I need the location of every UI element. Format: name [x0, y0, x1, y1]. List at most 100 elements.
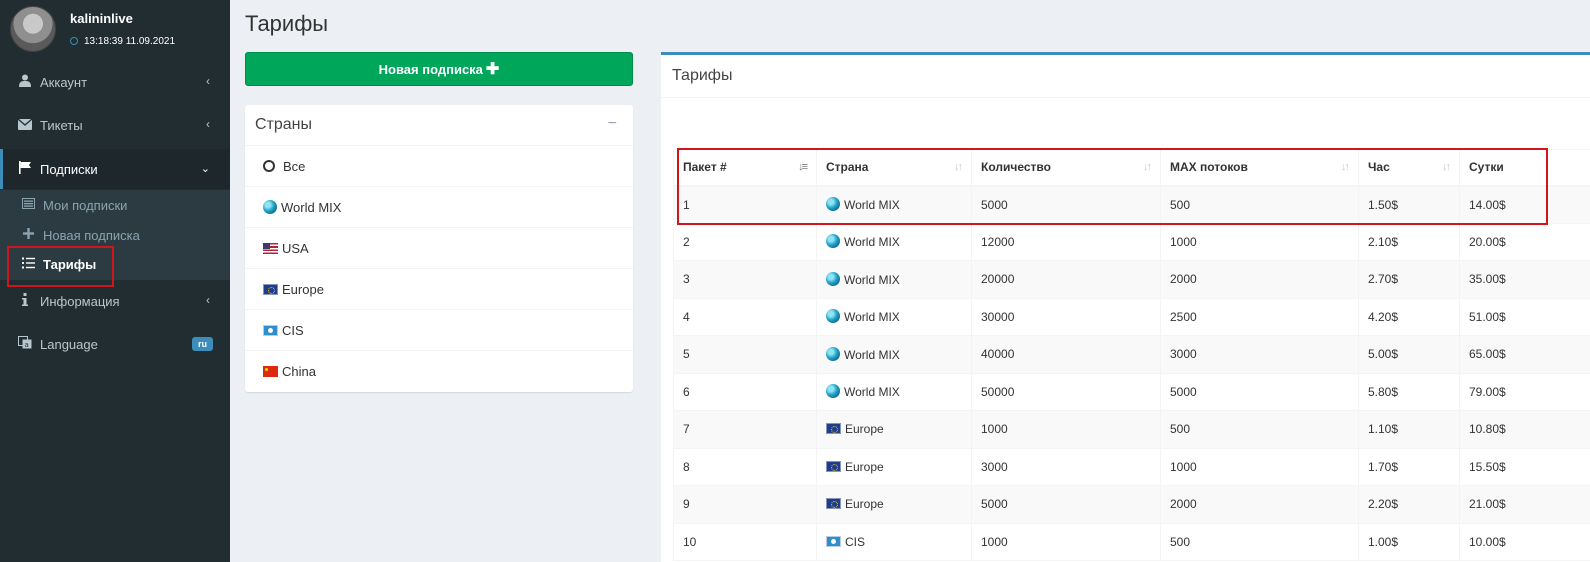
collapse-icon[interactable]: −	[608, 115, 617, 133]
table-cell: 5.80$	[1358, 372, 1460, 411]
table-cell: 2000	[1160, 260, 1359, 299]
menu-item-subscriptions[interactable]: Подписки ⌄	[0, 149, 230, 189]
country-label: Europe	[282, 281, 324, 297]
table-row[interactable]: 8 Europe 3000 1000 1.70$ 15.50$	[673, 447, 1590, 486]
menu-item-tickets[interactable]: Тикеты ‹	[0, 105, 230, 145]
table-cell-text: Europe	[845, 459, 884, 474]
table-cell-text: 65.00$	[1469, 347, 1506, 362]
table-cell-text: 40000	[981, 347, 1015, 362]
menu-label-info: Информация	[40, 293, 120, 309]
table-cell-text: Europe	[845, 422, 884, 437]
table-cell-text: 4	[683, 309, 690, 324]
table-row[interactable]: 2 World MIX 12000 1000 2.10$ 20.00$	[673, 222, 1590, 261]
table-cell-text: 5000	[981, 497, 1008, 512]
table-cell-text: World MIX	[844, 235, 900, 250]
table-cell-text: 3000	[981, 459, 1008, 474]
table-cell: Europe	[816, 485, 972, 524]
avatar[interactable]	[10, 6, 56, 52]
country-item-usa[interactable]: USA	[245, 228, 633, 269]
table-row[interactable]: 6 World MIX 50000 5000 5.80$ 79.00$	[673, 372, 1590, 411]
menu-label-tickets: Тикеты	[40, 117, 83, 133]
cis-flag-icon	[263, 324, 278, 336]
country-item-world-mix[interactable]: World MIX	[245, 187, 633, 228]
user-time: 13:18:39 11.09.2021	[70, 36, 175, 47]
menu-item-account[interactable]: Аккаунт ‹	[0, 62, 230, 102]
table-cell-text: 9	[683, 497, 690, 512]
table-cell: 2.20$	[1358, 485, 1460, 524]
table-cell-text: 2000	[1170, 497, 1197, 512]
list-alt-icon	[20, 198, 36, 212]
tariffs-box: Тарифы Пакет # ↓≡ Страна ↓↑ Количество ↓↑ M…	[661, 52, 1590, 562]
table-cell: 3000	[1160, 335, 1359, 374]
table-row[interactable]: 4 World MIX 30000 2500 4.20$ 51.00$	[673, 297, 1590, 336]
table-cell-text: 5	[683, 347, 690, 362]
country-item-all[interactable]: Все	[245, 146, 633, 187]
table-cell: 5.00$	[1358, 335, 1460, 374]
country-label: China	[282, 364, 316, 379]
countries-title: Страны	[255, 116, 313, 133]
table-row[interactable]: 7 Europe 1000 500 1.10$ 10.80$	[673, 410, 1590, 449]
country-item-cis[interactable]: CIS	[245, 310, 633, 351]
table-row[interactable]: 9 Europe 5000 2000 2.20$ 21.00$	[673, 485, 1590, 524]
table-cell: Europe	[816, 410, 972, 449]
table-cell-text: 1000	[981, 422, 1008, 437]
table-cell: 4	[673, 297, 817, 336]
table-cell: 1.70$	[1358, 447, 1460, 486]
table-cell: 10.00$	[1459, 522, 1590, 561]
table-cell: 8	[673, 447, 817, 486]
plus-icon: ✚	[485, 61, 500, 78]
table-cell-text: 2000	[1170, 272, 1197, 287]
menu-label-account: Аккаунт	[40, 74, 88, 90]
submenu-label-my: Мои подписки	[43, 197, 128, 213]
globe-icon	[826, 271, 840, 286]
table-cell-text: 1.70$	[1368, 459, 1399, 474]
table-cell-text: 30000	[981, 309, 1015, 324]
countries-box: Страны − Все World MIX USA Europe CIS Ch…	[245, 105, 633, 392]
table-row[interactable]: 10 CIS 1000 500 1.00$ 10.00$	[673, 522, 1590, 561]
menu-item-language[interactable]: a Language ru	[0, 324, 230, 364]
table-row[interactable]: 3 World MIX 20000 2000 2.70$ 35.00$	[673, 260, 1590, 299]
table-cell-text: 5.00$	[1368, 347, 1399, 362]
table-cell: 65.00$	[1459, 335, 1590, 374]
table-cell: World MIX	[816, 335, 972, 374]
eu-flag-icon	[826, 498, 841, 510]
table-cell-text: 10.00$	[1469, 534, 1506, 549]
table-row[interactable]: 5 World MIX 40000 3000 5.00$ 65.00$	[673, 335, 1590, 374]
new-subscription-button[interactable]: Новая подписка ✚	[245, 52, 633, 86]
table-cell: 5000	[971, 485, 1161, 524]
table-cell: CIS	[816, 522, 972, 561]
country-item-china[interactable]: China	[245, 351, 633, 392]
table-cell-text: 2500	[1170, 309, 1197, 324]
table-cell: 1.10$	[1358, 410, 1460, 449]
table-cell-text: World MIX	[844, 385, 900, 400]
table-cell: 35.00$	[1459, 260, 1590, 299]
table-cell: World MIX	[816, 297, 972, 336]
table-cell-text: 8	[683, 459, 690, 474]
table-cell: World MIX	[816, 372, 972, 411]
table-cell: 500	[1160, 522, 1359, 561]
country-item-europe[interactable]: Europe	[245, 269, 633, 310]
table-cell-text: 500	[1170, 422, 1191, 437]
table-cell: World MIX	[816, 260, 972, 299]
table-cell: 2	[673, 222, 817, 261]
table-cell-text: 2.70$	[1368, 272, 1399, 287]
chevron-left-icon: ‹	[206, 74, 210, 88]
table-cell: 51.00$	[1459, 297, 1590, 336]
new-subscription-label: Новая подписка	[378, 61, 483, 77]
table-cell: 30000	[971, 297, 1161, 336]
user-icon	[17, 74, 33, 90]
table-cell: World MIX	[816, 222, 972, 261]
globe-icon	[263, 200, 277, 214]
table-cell: 9	[673, 485, 817, 524]
menu-label-subscriptions: Подписки	[40, 161, 98, 177]
menu-item-info[interactable]: Информация ‹	[0, 281, 230, 321]
submenu-item-my-subscriptions[interactable]: Мои подписки	[0, 191, 230, 219]
highlight-box-sidebar	[7, 246, 114, 287]
user-panel: kalininlive 13:18:39 11.09.2021	[0, 0, 230, 60]
clock-icon	[70, 37, 78, 45]
table-cell-text: 1000	[1170, 459, 1197, 474]
table-cell: 5	[673, 335, 817, 374]
table-cell-text: 12000	[981, 234, 1015, 249]
table-cell: 15.50$	[1459, 447, 1590, 486]
submenu-item-new-subscription[interactable]: Новая подписка	[0, 221, 230, 249]
